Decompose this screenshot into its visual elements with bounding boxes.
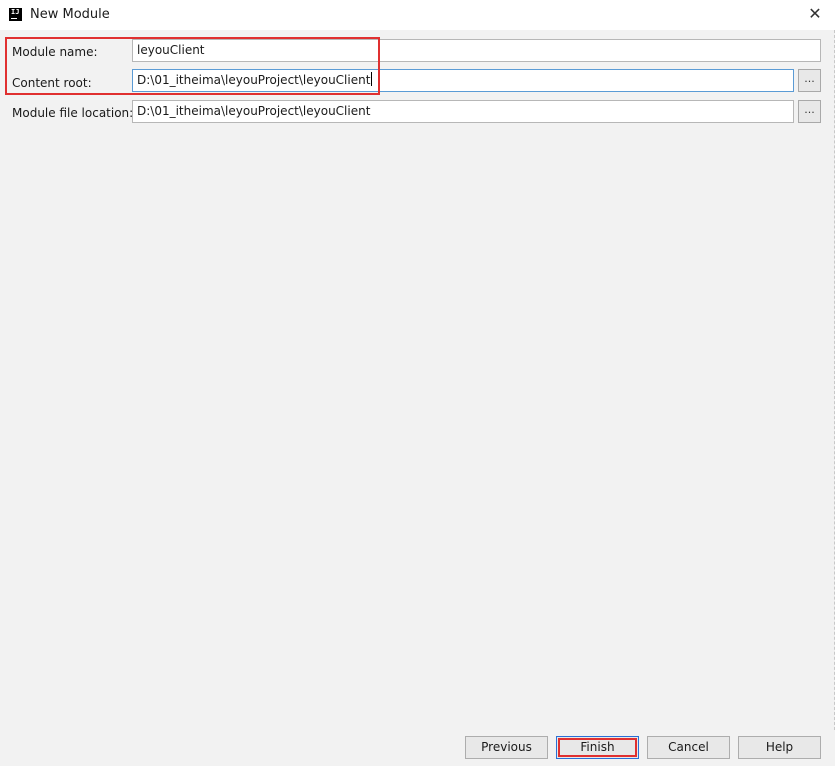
title-bar: IJ New Module ✕ bbox=[0, 0, 835, 30]
close-icon[interactable]: ✕ bbox=[805, 4, 825, 24]
content-root-browse-button[interactable]: ... bbox=[798, 69, 821, 92]
content-root-label: Content root: bbox=[12, 76, 92, 90]
module-file-location-input[interactable]: D:\01_itheima\leyouProject\leyouClient bbox=[132, 100, 794, 123]
module-file-location-browse-button[interactable]: ... bbox=[798, 100, 821, 123]
text-caret bbox=[371, 72, 373, 86]
new-module-dialog: IJ New Module ✕ Module name: leyouClient… bbox=[0, 0, 835, 766]
content-root-value: D:\01_itheima\leyouProject\leyouClient bbox=[137, 73, 371, 87]
module-file-location-value: D:\01_itheima\leyouProject\leyouClient bbox=[137, 104, 371, 118]
content-root-input[interactable]: D:\01_itheima\leyouProject\leyouClient bbox=[132, 69, 794, 92]
previous-button[interactable]: Previous bbox=[465, 736, 548, 759]
module-name-input[interactable]: leyouClient bbox=[132, 39, 821, 62]
module-file-location-label: Module file location: bbox=[12, 106, 134, 120]
intellij-app-icon: IJ bbox=[9, 8, 22, 21]
window-title: New Module bbox=[30, 7, 110, 22]
cancel-button[interactable]: Cancel bbox=[647, 736, 730, 759]
finish-button[interactable]: Finish bbox=[556, 736, 639, 759]
module-name-label: Module name: bbox=[12, 45, 98, 59]
help-button[interactable]: Help bbox=[738, 736, 821, 759]
module-name-value: leyouClient bbox=[137, 43, 205, 57]
